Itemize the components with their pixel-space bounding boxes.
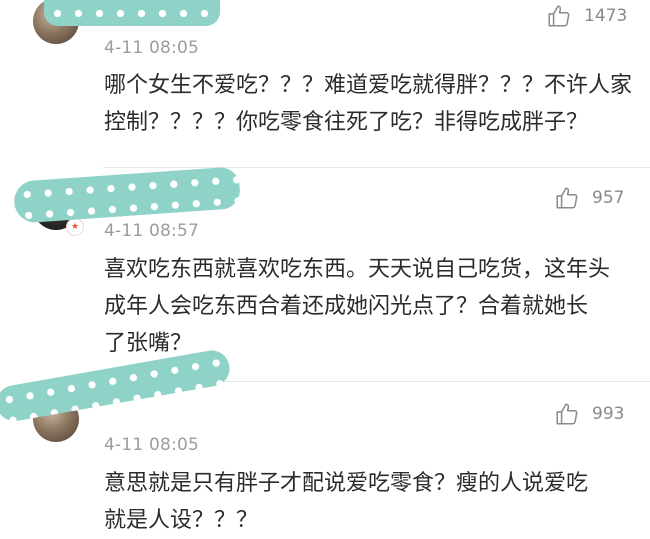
comment-text: 哪个女生不爱吃？？？难道爱吃就得胖？？？不许人家 控制？？？？你吃零食往死了吃？…	[104, 73, 633, 135]
like-button[interactable]: 1473	[546, 3, 627, 29]
comment-3: 4-11 08:05 993 意思就是只有胖子才配说爱吃零食？瘦的人说爱吃 就是…	[0, 347, 650, 533]
like-count: 957	[592, 188, 625, 208]
thumbs-up-icon	[556, 187, 578, 209]
like-count: 1473	[584, 6, 628, 26]
redacted-username	[44, 0, 220, 26]
comment-timestamp: 4-11 08:05	[104, 38, 199, 58]
verified-badge: ★	[66, 218, 84, 236]
thumbs-up-icon	[556, 403, 578, 425]
comment-1: 4-11 08:05 1473 哪个女生不爱吃？？？难道爱吃就得胖？？？不许人家…	[0, 0, 650, 168]
thumbs-up-icon	[548, 5, 570, 27]
like-count: 993	[592, 404, 625, 424]
comment-text: 喜欢吃东西就喜欢吃东西。天天说自己吃货，这年头 成年人会吃东西合着还成她闪光点了…	[104, 257, 611, 356]
like-button[interactable]: 957	[554, 185, 624, 211]
redacted-username	[12, 166, 242, 224]
comment-2: ★ 4-11 08:57 957 喜欢吃东西就喜欢吃东西。天天说自己吃货，这年头…	[0, 166, 650, 381]
like-button[interactable]: 993	[554, 401, 624, 427]
comment-timestamp: 4-11 08:05	[104, 435, 199, 455]
comment-timestamp: 4-11 08:57	[104, 221, 199, 241]
star-icon: ★	[70, 221, 80, 232]
comment-text: 意思就是只有胖子才配说爱吃零食？瘦的人说爱吃 就是人设？？？	[104, 471, 589, 533]
